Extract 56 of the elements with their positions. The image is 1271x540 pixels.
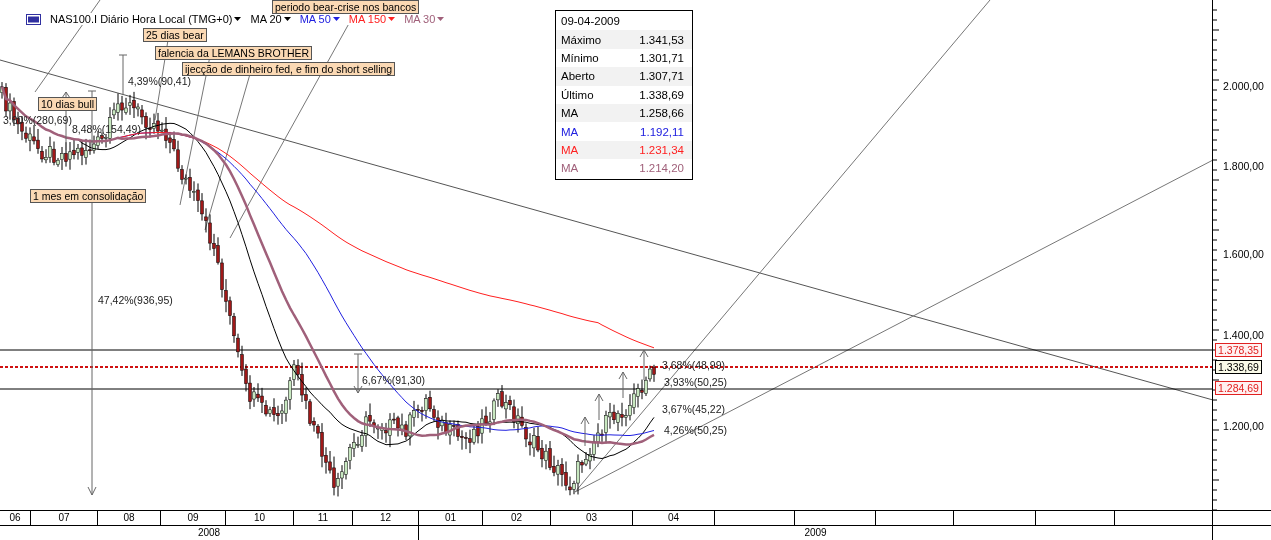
info-value: 1.338,69 bbox=[639, 88, 684, 101]
info-label: Mínimo bbox=[561, 51, 599, 64]
measurement-label: 3,67%(45,22) bbox=[662, 403, 726, 415]
month-label: 04 bbox=[633, 511, 715, 525]
annotation-label: 1 mes em consolidação bbox=[30, 189, 147, 203]
month-label: 09 bbox=[161, 511, 226, 525]
price-tick-label: 2.000,00 bbox=[1223, 80, 1264, 92]
annotation-label: 10 dias bull bbox=[38, 97, 98, 111]
month-label: 03 bbox=[551, 511, 633, 525]
price-tick-label: 1.600,00 bbox=[1223, 248, 1264, 260]
annotation-label: falencia da LEMANS BROTHER bbox=[155, 46, 313, 60]
measurement-label: 3,93%(50,25) bbox=[664, 376, 728, 388]
symbol-dropdown[interactable]: NAS100.I Diário Hora Local (TMG+0) bbox=[50, 13, 242, 25]
annotation-label: 25 dias bear bbox=[143, 28, 207, 42]
month-label: 06 bbox=[0, 511, 31, 525]
info-label: Aberto bbox=[561, 70, 595, 83]
month-label: 12 bbox=[353, 511, 419, 525]
indicator-dropdown[interactable]: MA 50 bbox=[299, 13, 340, 25]
month-label: 02 bbox=[483, 511, 551, 525]
info-label: MA bbox=[561, 107, 579, 120]
price-marker: 1.284,69 bbox=[1215, 381, 1262, 395]
indicator-dropdown[interactable]: MA 20 bbox=[250, 13, 291, 25]
month-label: 07 bbox=[31, 511, 98, 525]
measurement-label: 4,39%(90,41) bbox=[128, 75, 192, 87]
year-label: 2008 bbox=[0, 526, 419, 540]
info-value: 1.301,71 bbox=[639, 51, 684, 64]
annotation-label: periodo bear-crise nos bancos bbox=[272, 0, 420, 14]
indicator-dropdown[interactable]: MA 150 bbox=[348, 13, 396, 25]
month-label: 11 bbox=[294, 511, 353, 525]
info-label: Último bbox=[561, 88, 594, 101]
price-marker: 1.338,69 bbox=[1215, 360, 1262, 374]
annotation-label: ijecção de dinheiro fed, e fim do short selling bbox=[182, 62, 396, 76]
measurement-label: 3,68%(48,99) bbox=[662, 359, 726, 371]
info-label: Máximo bbox=[561, 33, 602, 46]
info-label: MA bbox=[561, 143, 579, 156]
info-value: 1.214,20 bbox=[639, 162, 684, 175]
measurement-label: 4,26%(50,25) bbox=[664, 424, 728, 436]
info-value: 1.307,71 bbox=[639, 70, 684, 83]
price-tick-label: 1.200,00 bbox=[1223, 420, 1264, 432]
info-value: 1.231,34 bbox=[639, 143, 684, 156]
info-label: MA bbox=[561, 125, 579, 138]
price-tick-label: 1.400,00 bbox=[1223, 329, 1264, 341]
month-label: 10 bbox=[226, 511, 294, 525]
info-value: 1.341,53 bbox=[639, 33, 684, 46]
info-value: 1.192,11 bbox=[640, 125, 684, 138]
indicator-dropdown[interactable]: MA 30 bbox=[404, 13, 445, 25]
month-label: 01 bbox=[419, 511, 483, 525]
price-marker: 1.378,35 bbox=[1215, 343, 1262, 357]
measurement-label: 6,67%(91,30) bbox=[362, 374, 426, 386]
measurement-label: 47,42%(936,95) bbox=[98, 294, 173, 306]
info-label: MA bbox=[561, 162, 579, 175]
price-tick-label: 1.800,00 bbox=[1223, 160, 1264, 172]
info-value: 1.258,66 bbox=[639, 107, 684, 120]
month-label: 08 bbox=[98, 511, 161, 525]
year-label: 2009 bbox=[419, 526, 1213, 540]
info-date: 09-04-2009 bbox=[561, 15, 620, 28]
